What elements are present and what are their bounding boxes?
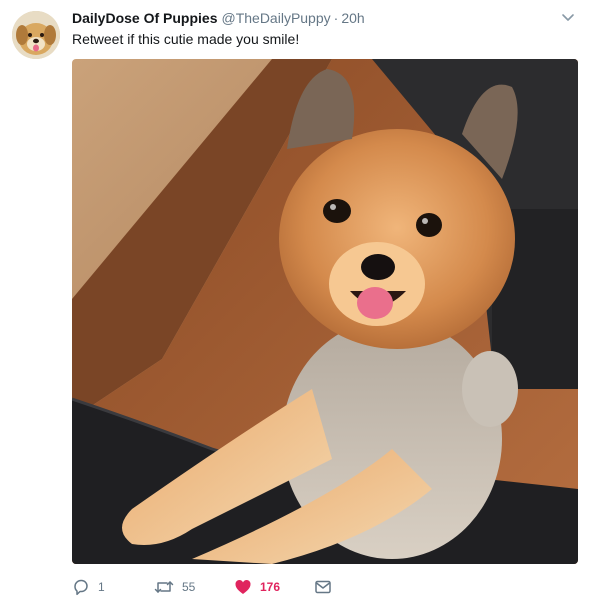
tweet-text: Retweet if this cutie made you smile! [72,31,300,47]
retweet-button[interactable]: 55 [154,577,195,597]
author-avatar[interactable] [12,11,60,59]
direct-message-button[interactable] [314,577,332,597]
tweet-timestamp[interactable]: 20h [341,10,364,26]
like-count: 176 [260,580,281,594]
author-handle[interactable]: @TheDailyPuppy [221,10,330,26]
heart-icon [235,579,251,594]
author-name[interactable]: DailyDose Of Puppies [72,10,217,26]
reply-icon [74,579,88,596]
tweet-header: DailyDose Of Puppies @TheDailyPuppy · 20… [72,10,365,28]
envelope-icon [315,580,331,594]
reply-count: 1 [98,580,105,594]
puppy-avatar-icon [12,11,60,59]
reply-button[interactable]: 1 [72,577,105,597]
separator-dot: · [333,10,339,26]
like-button[interactable]: 176 [234,577,280,597]
chevron-down-icon[interactable] [561,12,575,24]
tweet-card[interactable]: DailyDose Of Puppies @TheDailyPuppy · 20… [0,0,589,603]
pomeranian-photo-icon [72,59,578,564]
retweet-icon [154,581,174,593]
tweet-actions: 1 55 176 [72,577,372,597]
retweet-count: 55 [182,580,196,594]
tweet-media-photo[interactable] [72,59,578,564]
